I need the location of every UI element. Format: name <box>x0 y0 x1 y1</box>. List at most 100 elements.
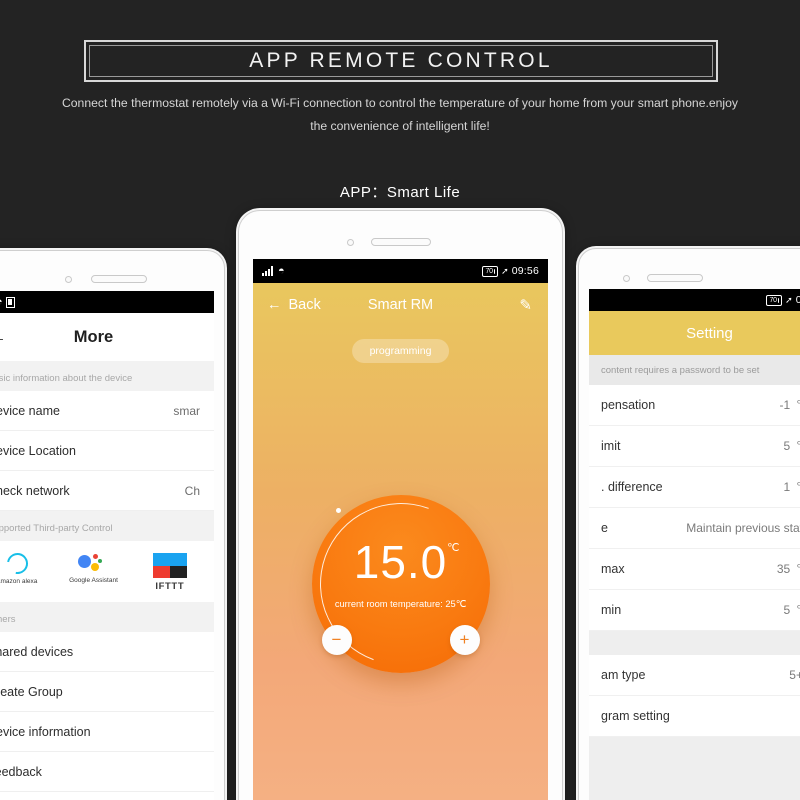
row-label: pensation <box>601 398 656 412</box>
row-value: smar <box>173 403 200 418</box>
list-separator <box>589 631 800 655</box>
phone-right-bezel <box>579 249 800 289</box>
setting-row-temp-max[interactable]: max 35 ℃ › <box>589 549 800 590</box>
row-value-group: 5+2 › <box>789 668 800 683</box>
app-label: APP：Smart Life <box>339 184 461 201</box>
brand-amazon-alexa[interactable]: amazon alexa <box>0 548 53 585</box>
battery-icon: 70 <box>482 265 499 277</box>
setting-row-power-on-state[interactable]: e Maintain previous state › <box>589 508 800 549</box>
status-bar-left: ◓ <box>0 291 214 313</box>
charging-bolt-icon: ➚ <box>501 265 509 276</box>
row-label: imit <box>601 439 621 453</box>
setting-row-program-type[interactable]: am type 5+2 › <box>589 655 800 696</box>
row-label: Check network <box>0 483 70 498</box>
phone-right: 70 ➚ 09:58 Setting content requires a pa… <box>578 248 800 800</box>
row-value: 1 <box>783 480 791 494</box>
row-unit: ℃ <box>796 439 800 453</box>
pencil-icon[interactable]: ✎ <box>519 296 532 314</box>
increase-temperature-button[interactable]: + <box>449 625 480 655</box>
setting-row-temp-difference[interactable]: . difference 1 ℃ › <box>589 467 800 508</box>
page-title-box: APP REMOTE CONTROL <box>84 40 718 82</box>
row-label: Feedback <box>0 764 42 779</box>
brand-label: amazon alexa <box>0 578 38 585</box>
battery-icon: 70 <box>766 294 783 306</box>
row-label: am type <box>601 668 646 682</box>
programming-mode-pill[interactable]: programming <box>351 339 450 363</box>
battery-icon <box>5 296 15 308</box>
more-nav-bar: ← More <box>0 313 214 361</box>
status-bar-right: 70 ➚ 09:58 <box>589 289 800 311</box>
row-value: 35 <box>776 562 791 576</box>
status-time: 09:56 <box>511 265 539 277</box>
page-title: APP REMOTE CONTROL <box>249 49 553 72</box>
wifi-icon: ◓ <box>0 296 3 308</box>
status-bar-center: ◓ 70 ➚ 09:56 <box>253 259 548 283</box>
more-page-title: More <box>73 327 114 346</box>
table-row[interactable]: Shared devices <box>0 632 214 672</box>
front-camera-icon <box>65 276 72 283</box>
table-row[interactable]: Feedback <box>0 752 214 792</box>
phone-left-screen: ◓ ← More Basic information about the dev… <box>0 291 214 800</box>
row-value: Ch <box>184 483 200 498</box>
row-value-group: 35 ℃ › <box>777 562 800 577</box>
table-row[interactable]: Device information <box>0 712 214 752</box>
brand-google-assistant[interactable]: Google Assistant <box>57 553 129 584</box>
row-label: gram setting <box>601 709 670 723</box>
row-label: Device Location <box>0 443 76 458</box>
row-unit: ℃ <box>796 480 800 494</box>
setting-row-program-setting[interactable]: gram setting › <box>589 696 800 737</box>
status-icons-right: 70 ➚ 09:58 <box>766 294 800 306</box>
table-row[interactable]: Device Location <box>0 431 214 471</box>
row-value-group: Maintain previous state › <box>686 521 800 536</box>
row-label: Device name <box>0 403 60 418</box>
row-value-group: 1 ℃ › <box>783 480 800 495</box>
row-label: max <box>601 562 625 576</box>
temperature-dial[interactable]: ℃ 15.0 current room temperature: 25℃ − + <box>292 476 509 692</box>
table-row[interactable]: Check network Ch <box>0 471 214 511</box>
status-icons-right: 70 ➚ 09:56 <box>482 265 539 277</box>
row-unit: ℃ <box>796 603 800 617</box>
setting-row-temp-limit[interactable]: imit 5 ℃ › <box>589 426 800 467</box>
status-icons-left: ◓ <box>0 296 15 308</box>
section-heading-third-party: Supported Third-party Control <box>0 511 214 541</box>
row-value: 5 <box>783 439 791 453</box>
phone-center-screen: ◓ 70 ➚ 09:56 ← Back Smart RM ✎ programmi… <box>253 259 548 800</box>
setting-list: content requires a password to be set pe… <box>589 355 800 800</box>
row-value-group: -1 ℃ › <box>780 398 800 413</box>
brand-ifttt[interactable]: IFTTT <box>134 553 206 592</box>
row-label: Create Group <box>0 684 63 699</box>
row-label: Shared devices <box>0 644 74 659</box>
current-room-temperature: current room temperature: 25℃ <box>334 599 467 609</box>
table-row[interactable]: Create Group <box>0 672 214 712</box>
row-value-group: 5 ℃ › <box>783 603 800 618</box>
status-icons-left: ◓ <box>262 264 285 277</box>
row-unit: ℃ <box>796 398 800 412</box>
section-heading-basic-info: Basic information about the device <box>0 361 214 391</box>
wifi-icon: ◓ <box>278 264 285 277</box>
row-label: e <box>601 521 608 535</box>
row-value: -1 <box>779 398 791 412</box>
setting-page-title: Setting <box>686 324 733 342</box>
earpiece-speaker-icon <box>91 275 147 283</box>
charging-bolt-icon: ➚ <box>785 294 793 305</box>
ifttt-icon <box>152 553 187 578</box>
decrease-temperature-button[interactable]: − <box>321 625 352 655</box>
phone-left: ◓ ← More Basic information about the dev… <box>0 250 225 800</box>
row-value: 5 <box>783 603 791 617</box>
section-heading-others: Others <box>0 602 214 632</box>
dial-knob-icon[interactable] <box>335 508 341 513</box>
setting-note: content requires a password to be set <box>589 355 800 385</box>
page-root: APP REMOTE CONTROL Connect the thermosta… <box>0 0 800 800</box>
setting-row-temp-compensation[interactable]: pensation -1 ℃ › <box>589 385 800 426</box>
earpiece-speaker-icon <box>371 238 431 246</box>
row-label: min <box>601 603 622 617</box>
phone-center-bezel <box>239 211 562 259</box>
setting-row-temp-min[interactable]: min 5 ℃ › <box>589 590 800 631</box>
table-row[interactable]: Device name smar <box>0 391 214 431</box>
phone-right-screen: 70 ➚ 09:58 Setting content requires a pa… <box>589 289 800 800</box>
signal-icon <box>262 266 275 276</box>
list-tail-space <box>589 737 800 800</box>
earpiece-speaker-icon <box>647 274 703 282</box>
row-value: Maintain previous state <box>686 521 800 535</box>
status-time: 09:58 <box>796 294 800 306</box>
